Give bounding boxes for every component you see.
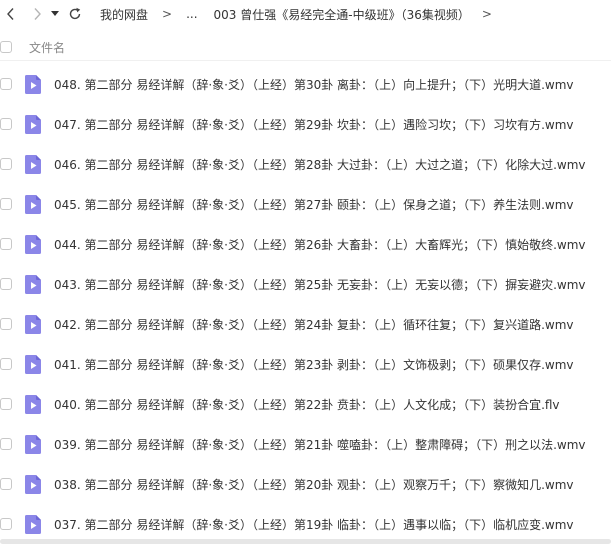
- refresh-icon: [69, 7, 81, 20]
- file-name: 042. 第二部分 易经详解（辞·象·爻）（上经）第24卦 复卦：（上）循环往复…: [54, 317, 574, 332]
- file-row[interactable]: 040. 第二部分 易经详解（辞·象·爻）（上经）第22卦 贲卦：（上）人文化成…: [0, 384, 611, 424]
- video-file-icon: [25, 474, 41, 494]
- file-row[interactable]: 041. 第二部分 易经详解（辞·象·爻）（上经）第23卦 剥卦：（上）文饰极剥…: [0, 344, 611, 384]
- video-file-icon: [25, 514, 41, 534]
- caret-down-icon: [51, 11, 59, 16]
- file-name: 037. 第二部分 易经详解（辞·象·爻）（上经）第19卦 临卦：（上）遇事以临…: [54, 517, 574, 532]
- video-file-icon: [25, 114, 41, 134]
- file-row[interactable]: 044. 第二部分 易经详解（辞·象·爻）（上经）第26卦 大畜卦：（上）大畜辉…: [0, 224, 611, 264]
- breadcrumb-ellipsis[interactable]: ...: [186, 7, 197, 21]
- file-checkbox[interactable]: [0, 158, 12, 170]
- file-name: 047. 第二部分 易经详解（辞·象·爻）（上经）第29卦 坎卦：（上）遇险习坎…: [54, 117, 574, 132]
- file-checkbox[interactable]: [0, 398, 12, 410]
- file-name: 043. 第二部分 易经详解（辞·象·爻）（上经）第25卦 无妄卦：（上）无妄以…: [54, 277, 586, 292]
- history-dropdown-button[interactable]: [48, 0, 62, 28]
- file-list-header: 文件名: [0, 34, 611, 61]
- video-file-icon: [25, 74, 41, 94]
- breadcrumb-root[interactable]: 我的网盘: [100, 6, 148, 23]
- breadcrumb-current: 003 曾仕强《易经完全通-中级班》（36集视频）: [213, 7, 470, 22]
- file-checkbox[interactable]: [0, 438, 12, 450]
- file-row[interactable]: 042. 第二部分 易经详解（辞·象·爻）（上经）第24卦 复卦：（上）循环往复…: [0, 304, 611, 344]
- video-file-icon: [25, 434, 41, 454]
- video-file-icon: [25, 234, 41, 254]
- file-checkbox[interactable]: [0, 478, 12, 490]
- breadcrumb-separator: >: [162, 7, 173, 21]
- file-checkbox[interactable]: [0, 238, 12, 250]
- file-checkbox[interactable]: [0, 278, 12, 290]
- file-name: 048. 第二部分 易经详解（辞·象·爻）（上经）第30卦 离卦：（上）向上提升…: [54, 77, 574, 92]
- file-name: 046. 第二部分 易经详解（辞·象·爻）（上经）第28卦 大过卦：（上）大过之…: [54, 157, 586, 172]
- file-checkbox[interactable]: [0, 518, 12, 530]
- file-name: 045. 第二部分 易经详解（辞·象·爻）（上经）第27卦 颐卦：（上）保身之道…: [54, 197, 574, 212]
- file-row[interactable]: 038. 第二部分 易经详解（辞·象·爻）（上经）第20卦 观卦：（上）观察万千…: [0, 464, 611, 504]
- file-checkbox[interactable]: [0, 118, 12, 130]
- file-name: 044. 第二部分 易经详解（辞·象·爻）（上经）第26卦 大畜卦：（上）大畜辉…: [54, 237, 586, 252]
- chevron-right-icon: [34, 8, 41, 20]
- refresh-button[interactable]: [64, 0, 86, 28]
- forward-button[interactable]: [26, 0, 48, 28]
- file-row[interactable]: 043. 第二部分 易经详解（辞·象·爻）（上经）第25卦 无妄卦：（上）无妄以…: [0, 264, 611, 304]
- horizontal-scrollbar[interactable]: [0, 536, 611, 547]
- file-list: 048. 第二部分 易经详解（辞·象·爻）（上经）第30卦 离卦：（上）向上提升…: [0, 64, 611, 544]
- toolbar: 我的网盘 > ... 003 曾仕强《易经完全通-中级班》（36集视频） >: [0, 0, 611, 28]
- back-button[interactable]: [0, 0, 22, 28]
- breadcrumb-separator[interactable]: >: [482, 7, 492, 21]
- column-header-filename[interactable]: 文件名: [29, 39, 65, 56]
- video-file-icon: [25, 274, 41, 294]
- video-file-icon: [25, 314, 41, 334]
- scrollbar-thumb[interactable]: [0, 539, 611, 544]
- file-name: 041. 第二部分 易经详解（辞·象·爻）（上经）第23卦 剥卦：（上）文饰极剥…: [54, 357, 574, 372]
- file-row[interactable]: 047. 第二部分 易经详解（辞·象·爻）（上经）第29卦 坎卦：（上）遇险习坎…: [0, 104, 611, 144]
- breadcrumb: 我的网盘 > ... 003 曾仕强《易经完全通-中级班》（36集视频） >: [100, 6, 506, 23]
- file-checkbox[interactable]: [0, 358, 12, 370]
- file-row[interactable]: 045. 第二部分 易经详解（辞·象·爻）（上经）第27卦 颐卦：（上）保身之道…: [0, 184, 611, 224]
- video-file-icon: [25, 154, 41, 174]
- file-name: 040. 第二部分 易经详解（辞·象·爻）（上经）第22卦 贲卦：（上）人文化成…: [54, 397, 560, 412]
- video-file-icon: [25, 394, 41, 414]
- video-file-icon: [25, 194, 41, 214]
- file-row[interactable]: 039. 第二部分 易经详解（辞·象·爻）（上经）第21卦 噬嗑卦：（上）整肃障…: [0, 424, 611, 464]
- file-row[interactable]: 048. 第二部分 易经详解（辞·象·爻）（上经）第30卦 离卦：（上）向上提升…: [0, 64, 611, 104]
- chevron-left-icon: [7, 8, 14, 20]
- file-checkbox[interactable]: [0, 198, 12, 210]
- select-all-checkbox[interactable]: [0, 41, 12, 53]
- file-name: 039. 第二部分 易经详解（辞·象·爻）（上经）第21卦 噬嗑卦：（上）整肃障…: [54, 437, 586, 452]
- file-checkbox[interactable]: [0, 318, 12, 330]
- video-file-icon: [25, 354, 41, 374]
- file-checkbox[interactable]: [0, 78, 12, 90]
- file-row[interactable]: 046. 第二部分 易经详解（辞·象·爻）（上经）第28卦 大过卦：（上）大过之…: [0, 144, 611, 184]
- file-name: 038. 第二部分 易经详解（辞·象·爻）（上经）第20卦 观卦：（上）观察万千…: [54, 477, 574, 492]
